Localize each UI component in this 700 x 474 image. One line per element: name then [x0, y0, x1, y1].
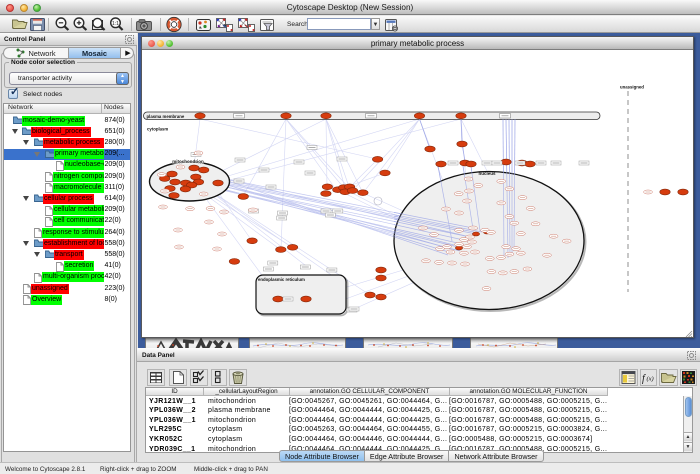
svg-text:cytoplasm: cytoplasm [147, 127, 168, 132]
svg-text:f: f [642, 374, 646, 385]
svg-text:1:1: 1:1 [112, 21, 119, 27]
svg-text:unassigned: unassigned [620, 85, 644, 90]
svg-text:nucleus: nucleus [478, 171, 496, 176]
svg-text:endoplasmic reticulum: endoplasmic reticulum [258, 277, 305, 282]
svg-text:plasma membrane: plasma membrane [147, 114, 185, 119]
svg-text:(x): (x) [647, 376, 654, 383]
svg-text:mitochondrion: mitochondrion [172, 159, 204, 164]
